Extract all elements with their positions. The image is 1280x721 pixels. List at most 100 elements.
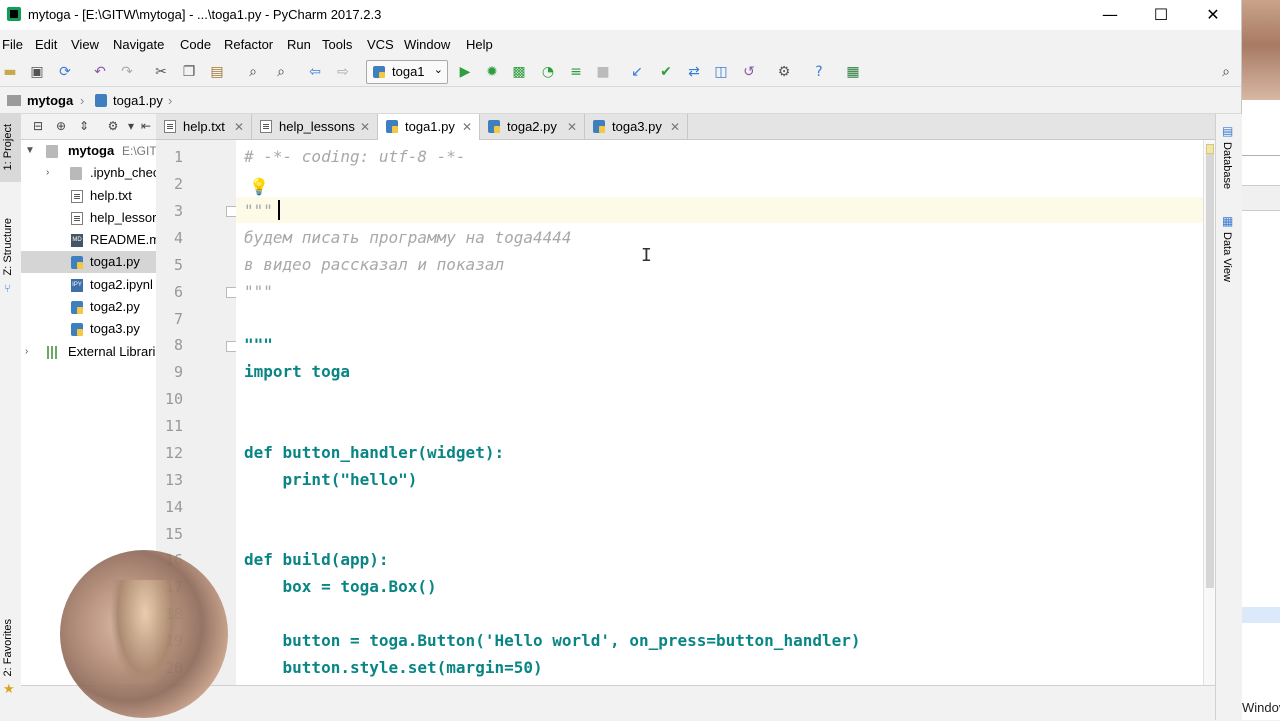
tree-item[interactable]: help_lessor — [21, 207, 156, 229]
menu-vcs[interactable]: VCS — [367, 37, 394, 52]
tab-toga2-py[interactable]: toga2.py ✕ — [480, 114, 585, 140]
close-tab-icon[interactable]: ✕ — [234, 114, 244, 140]
menu-edit[interactable]: Edit — [35, 37, 57, 52]
tree-root[interactable]: ▼ mytoga E:\GIT — [21, 140, 156, 162]
run-configuration-select[interactable]: toga1 ⌄ — [366, 60, 448, 84]
profile-icon[interactable]: ◔ — [538, 62, 558, 82]
code-line: в видео рассказал и показал — [244, 255, 505, 274]
scrollbar-thumb[interactable] — [1206, 148, 1214, 588]
vcs-history-icon[interactable]: ◫ — [711, 62, 731, 82]
vcs-update-icon[interactable]: ↙ — [627, 62, 647, 82]
project-tool-tab[interactable]: 1: Project — [2, 124, 14, 170]
concurrency-icon[interactable]: ≡ — [566, 62, 586, 82]
markdown-file-icon: MD — [71, 234, 83, 247]
code-line: import toga — [244, 362, 350, 381]
debug-icon[interactable]: ✹ — [482, 62, 502, 82]
text-file-icon — [71, 190, 83, 203]
tree-item[interactable]: toga2.py — [21, 296, 156, 318]
run-with-coverage-icon[interactable]: ▩ — [509, 62, 529, 82]
back-icon[interactable]: ⇦ — [305, 62, 325, 82]
menu-help[interactable]: Help — [466, 37, 493, 52]
vcs-compare-icon[interactable]: ⇄ — [684, 62, 704, 82]
inspection-marker[interactable] — [1206, 144, 1214, 154]
menu-code[interactable]: Code — [180, 37, 211, 52]
line-number: 6 — [173, 283, 183, 301]
project-panel-toolbar: ⊟ ⊕ ⇕ ⚙ ▾ ⇤ — [21, 114, 156, 140]
redo-icon[interactable]: ↷ — [117, 62, 137, 82]
lightbulb-icon[interactable]: 💡 — [249, 177, 269, 196]
tab-toga3-py[interactable]: toga3.py ✕ — [585, 114, 688, 140]
breadcrumb-project[interactable]: mytoga — [27, 93, 73, 108]
replace-icon[interactable]: ⌕ — [271, 62, 291, 82]
save-icon[interactable]: ▣ — [27, 62, 47, 82]
forward-icon[interactable]: ⇨ — [333, 62, 353, 82]
background-bar — [1242, 185, 1280, 211]
line-number: 3 — [173, 202, 183, 220]
background-photo — [1242, 0, 1280, 100]
menu-file[interactable]: File — [2, 37, 23, 52]
text-file-icon — [164, 120, 176, 133]
tree-item[interactable]: help.txt — [21, 185, 156, 207]
tree-item[interactable]: › .ipynb_chec — [21, 162, 156, 184]
menu-tools[interactable]: Tools — [322, 37, 352, 52]
gear-icon[interactable]: ⚙ — [105, 118, 121, 134]
undo-icon[interactable]: ↶ — [90, 62, 110, 82]
expanded-arrow-icon: ▼ — [25, 145, 35, 156]
copy-icon[interactable]: ❐ — [179, 62, 199, 82]
code-line: """ — [244, 282, 273, 301]
vcs-commit-icon[interactable]: ✔ — [656, 62, 676, 82]
menu-navigate[interactable]: Navigate — [113, 37, 164, 52]
minimize-button[interactable]: — — [1087, 0, 1133, 30]
tree-item-label: toga3.py — [90, 321, 140, 336]
collapse-all-icon[interactable]: ⊟ — [30, 118, 46, 134]
menu-window[interactable]: Window — [404, 37, 450, 52]
menu-view[interactable]: View — [71, 37, 99, 52]
tree-item[interactable]: MD README.m — [21, 229, 156, 251]
locate-file-icon[interactable]: ⊕ — [53, 118, 69, 134]
paste-icon[interactable]: ▤ — [207, 62, 227, 82]
python-console-icon[interactable]: ▦ — [843, 62, 863, 82]
tree-item[interactable]: toga3.py — [21, 318, 156, 340]
close-tab-icon[interactable]: ✕ — [567, 114, 577, 140]
close-tab-icon[interactable]: ✕ — [360, 114, 370, 140]
tree-external-libraries[interactable]: › External Librari — [21, 341, 156, 363]
code-editor[interactable]: # -*- coding: utf-8 -*- 💡 """ будем писа… — [236, 140, 1215, 685]
text-file-icon — [71, 212, 83, 225]
breadcrumb: mytoga › toga1.py › — [0, 86, 1241, 114]
line-number: 2 — [173, 175, 183, 193]
favorites-tool-tab[interactable]: 2: Favorites — [2, 619, 14, 676]
sync-icon[interactable]: ⟳ — [55, 62, 75, 82]
open-folder-icon[interactable]: ▬ — [0, 62, 20, 82]
chevron-down-icon: ⌄ — [433, 63, 443, 76]
tab-toga1-py[interactable]: toga1.py ✕ — [378, 114, 480, 140]
tree-item-selected[interactable]: toga1.py — [21, 251, 156, 273]
tree-item[interactable]: IPY toga2.ipynl — [21, 274, 156, 296]
menu-refactor[interactable]: Refactor — [224, 37, 273, 52]
database-tool-tab[interactable]: Database — [1221, 142, 1233, 189]
tab-help-lessons[interactable]: help_lessons ✕ — [252, 114, 378, 140]
tree-item-label: toga2.ipynl — [90, 277, 153, 292]
tab-help-txt[interactable]: help.txt ✕ — [156, 114, 252, 140]
close-button[interactable]: ✕ — [1190, 0, 1236, 30]
help-icon[interactable]: ? — [809, 62, 829, 82]
close-tab-icon[interactable]: ✕ — [462, 114, 472, 140]
dataview-tool-tab[interactable]: Data View — [1221, 232, 1233, 282]
breadcrumb-file[interactable]: toga1.py — [113, 93, 163, 108]
dropdown-icon[interactable]: ▾ — [123, 118, 139, 134]
close-tab-icon[interactable]: ✕ — [670, 114, 680, 140]
menu-run[interactable]: Run — [287, 37, 311, 52]
structure-tool-tab[interactable]: Z: Structure — [2, 218, 14, 275]
line-number: 5 — [173, 256, 183, 274]
run-icon[interactable]: ▶ — [455, 62, 475, 82]
vcs-revert-icon[interactable]: ↺ — [739, 62, 759, 82]
hide-panel-icon[interactable]: ⇤ — [138, 118, 154, 134]
stop-icon[interactable]: ■ — [593, 62, 613, 82]
maximize-button[interactable]: ☐ — [1138, 0, 1184, 30]
cut-icon[interactable]: ✂ — [151, 62, 171, 82]
tree-root-path: E:\GIT — [122, 144, 156, 158]
code-line: будем писать программу на toga4444 — [244, 228, 572, 247]
expand-all-icon[interactable]: ⇕ — [76, 118, 92, 134]
find-icon[interactable]: ⌕ — [243, 62, 263, 82]
search-everywhere-icon[interactable]: ⌕ — [1216, 62, 1236, 82]
settings-icon[interactable]: ⚙ — [774, 62, 794, 82]
